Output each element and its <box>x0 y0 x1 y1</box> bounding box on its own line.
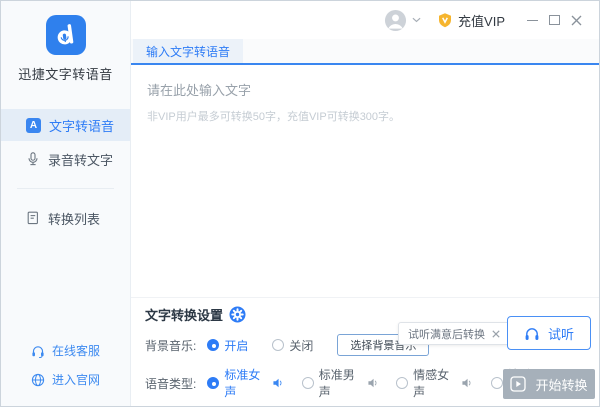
tooltip-text: 试听满意后转换 <box>408 328 485 341</box>
globe-icon <box>31 373 45 386</box>
sidebar-item-conversion-list[interactable]: 转换列表 <box>1 202 130 234</box>
tab-label: 输入文字转语音 <box>146 44 231 59</box>
close-icon <box>571 15 581 25</box>
main-area: 充值VIP 输入文字转语音 请在此处输入文字 非VIP用户最多可转换50字，充值… <box>131 1 599 406</box>
voice-standard-female-radio[interactable]: 标准女声 <box>207 366 283 400</box>
minimize-icon <box>526 19 538 21</box>
headset-icon <box>32 345 44 358</box>
app-window: 迅捷文字转语音 A 文字转语音 录音转文字 转换列表 在线客服 进入官网 充值V… <box>0 0 600 407</box>
bg-music-off-radio[interactable]: 关闭 <box>272 337 313 354</box>
app-logo-icon <box>45 15 86 55</box>
list-icon <box>27 211 38 225</box>
play-icon <box>510 376 527 392</box>
sidebar-footer: 在线客服 进入官网 <box>1 336 130 394</box>
speaker-icon <box>273 378 282 388</box>
listen-button-label: 试听 <box>547 326 574 342</box>
online-support-link[interactable]: 在线客服 <box>1 336 130 365</box>
window-controls <box>521 9 587 31</box>
sidebar-item-label: 录音转文字 <box>48 152 114 168</box>
close-button[interactable] <box>565 9 587 31</box>
voice-type-label: 语音类型: <box>145 376 197 391</box>
sidebar-nav: A 文字转语音 录音转文字 转换列表 <box>1 109 130 234</box>
tab-bar: 输入文字转语音 <box>131 39 599 65</box>
bg-music-off-label: 关闭 <box>289 338 314 353</box>
app-name: 迅捷文字转语音 <box>18 67 113 82</box>
input-placeholder: 请在此处输入文字 <box>147 83 252 98</box>
recharge-vip-button[interactable]: 充值VIP <box>437 11 505 30</box>
sidebar-item-label: 文字转语音 <box>49 118 115 134</box>
bg-music-on-radio[interactable]: 开启 <box>207 337 248 354</box>
start-conversion-button[interactable]: 开始转换 <box>503 369 595 399</box>
radio-unselected-icon <box>396 377 409 389</box>
voice-option-label: 标准男声 <box>318 368 355 399</box>
tab-input-text-to-speech[interactable]: 输入文字转语音 <box>133 39 244 63</box>
text-input-area[interactable]: 请在此处输入文字 非VIP用户最多可转换50字，充值VIP可转换300字。 <box>131 65 599 297</box>
footer-item-label: 在线客服 <box>52 344 101 358</box>
radio-unselected-icon <box>301 377 314 389</box>
voice-standard-male-radio[interactable]: 标准男声 <box>301 366 378 400</box>
listen-preview-button[interactable]: 试听 <box>507 316 591 350</box>
listen-tooltip: 试听满意后转换 <box>398 322 510 345</box>
vip-limit-hint: 非VIP用户最多可转换50字，充值VIP可转换300字。 <box>147 111 401 123</box>
radio-unselected-icon <box>490 377 503 389</box>
gear-icon[interactable] <box>229 306 246 323</box>
sidebar-item-text-to-speech[interactable]: A 文字转语音 <box>1 109 130 141</box>
avatar-icon <box>384 9 407 31</box>
settings-title: 文字转换设置 <box>145 308 224 323</box>
speaker-icon <box>462 378 471 388</box>
recharge-vip-label: 充值VIP <box>458 13 505 29</box>
bg-music-on-label: 开启 <box>224 338 249 353</box>
titlebar: 充值VIP <box>131 1 599 39</box>
radio-selected-icon <box>207 339 220 351</box>
speaker-icon <box>368 378 377 388</box>
chevron-down-icon <box>412 17 421 23</box>
official-website-link[interactable]: 进入官网 <box>1 365 130 394</box>
headphones-icon <box>525 327 539 340</box>
text-to-speech-icon: A <box>26 117 41 133</box>
radio-selected-icon <box>207 377 220 389</box>
close-icon <box>492 329 500 338</box>
microphone-icon <box>28 152 38 166</box>
sidebar: 迅捷文字转语音 A 文字转语音 录音转文字 转换列表 在线客服 进入官网 <box>1 1 131 406</box>
voice-option-label: 情感女声 <box>413 368 450 399</box>
voice-option-label: 标准女声 <box>224 368 261 399</box>
sidebar-item-label: 转换列表 <box>48 211 101 227</box>
sidebar-item-speech-to-text[interactable]: 录音转文字 <box>1 143 130 175</box>
account-menu[interactable] <box>384 9 421 32</box>
radio-unselected-icon <box>272 339 285 351</box>
tooltip-close-button[interactable] <box>492 329 500 338</box>
sidebar-divider <box>17 188 114 189</box>
minimize-button[interactable] <box>521 9 543 31</box>
maximize-icon <box>548 15 560 25</box>
voice-emotional-female-radio[interactable]: 情感女声 <box>396 366 472 400</box>
maximize-button[interactable] <box>543 9 565 31</box>
footer-item-label: 进入官网 <box>52 373 101 387</box>
bg-music-label: 背景音乐: <box>145 338 197 353</box>
start-button-label: 开始转换 <box>535 377 588 393</box>
vip-badge-icon <box>439 13 452 28</box>
